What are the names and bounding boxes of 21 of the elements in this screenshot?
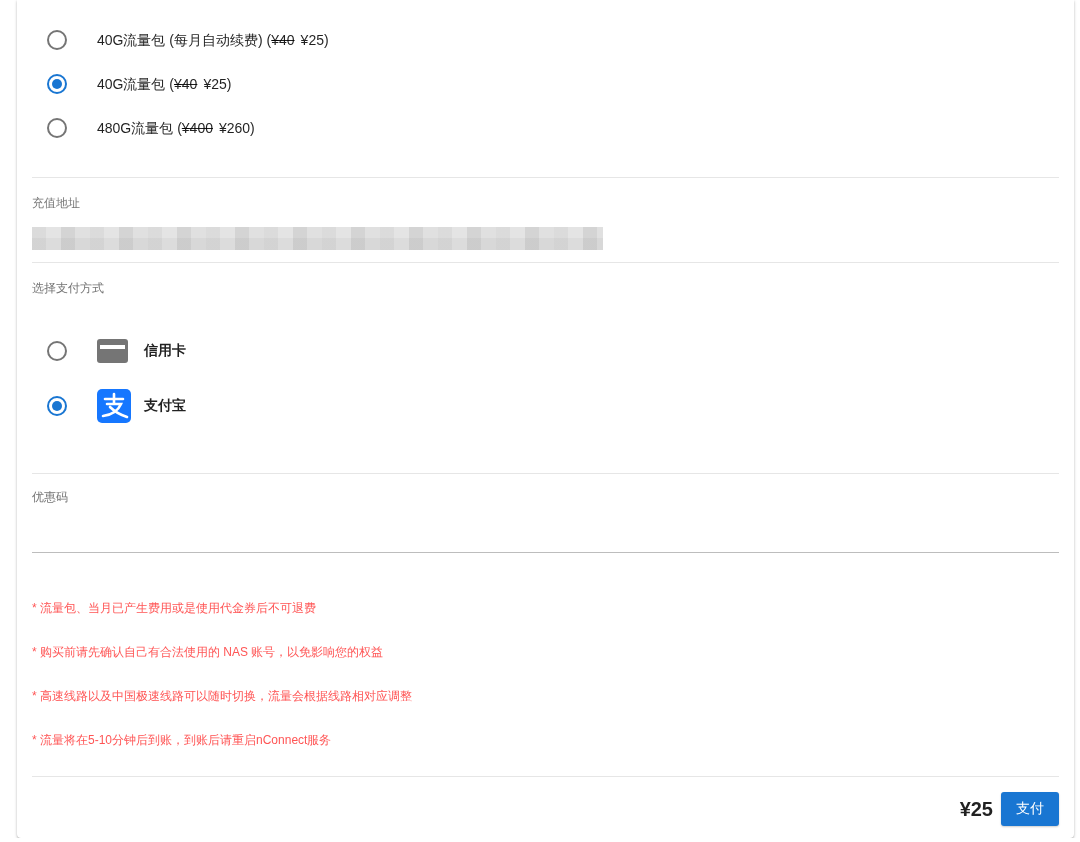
app-logo-icon: [97, 388, 131, 423]
payment-method-name: 信用卡: [144, 341, 186, 360]
radio-button[interactable]: [47, 395, 67, 416]
credit-card-icon: [97, 338, 128, 363]
plan-label: 480G流量包 (¥400 ¥260): [97, 119, 255, 137]
notice-text: * 高速线路以及中国极速线路可以随时切换，流量会根据线路相对应调整: [32, 688, 412, 704]
notice-text: * 流量将在5-10分钟后到账，到账后请重启nConnect服务: [32, 732, 332, 748]
coupon-input-field[interactable]: 优惠码: [32, 489, 1059, 553]
radio-button[interactable]: [47, 74, 67, 94]
section-label: 选择支付方式: [32, 280, 104, 296]
radio-button[interactable]: [47, 340, 67, 361]
payment-method-name: 支付宝: [144, 396, 186, 415]
notice-text: * 流量包、当月已产生费用或是使用代金券后不可退费: [32, 600, 316, 616]
field-label: 充值地址: [32, 195, 80, 211]
pay-button[interactable]: 支付: [1001, 792, 1059, 826]
radio-button[interactable]: [47, 118, 67, 138]
radio-button[interactable]: [47, 30, 67, 50]
plan-label: 40G流量包 (¥40 ¥25): [97, 75, 232, 93]
notice-text: * 购买前请先确认自己有合法使用的 NAS 账号，以免影响您的权益: [32, 644, 384, 660]
plan-label: 40G流量包 (每月自动续费) (¥40 ¥25): [97, 31, 329, 49]
total-price: ¥25: [959, 797, 993, 821]
